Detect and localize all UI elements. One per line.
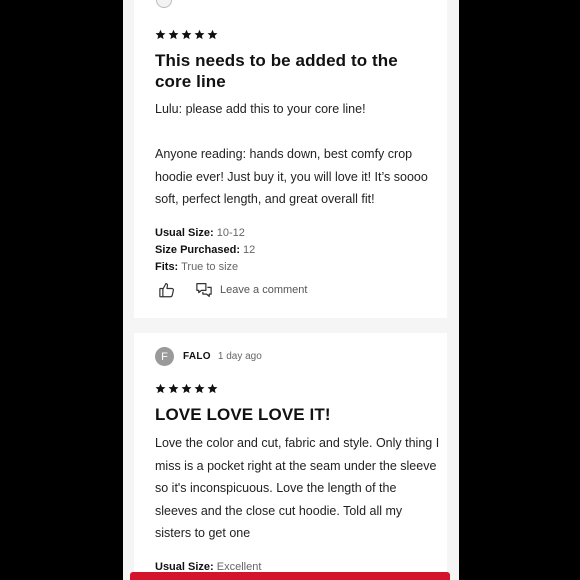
size-purchased-label: Size Purchased: [155,244,240,256]
review-body-paragraph: Anyone reading: hands down, best comfy c… [155,147,428,206]
review-card: This needs to be added to the core line … [134,0,447,318]
fits-value: True to size [181,261,239,273]
leave-comment-button[interactable]: Leave a comment [195,281,307,299]
star-rating [155,383,218,394]
star-icon [181,383,192,394]
usual-size-value: 10-12 [216,227,245,239]
review-author-row: F FALO 1 day ago [155,347,262,366]
review-body-paragraph: Lulu: please add this to your core line! [155,102,366,116]
avatar [156,0,172,8]
review-body: Love the color and cut, fabric and style… [155,436,440,540]
comment-bubbles-icon [195,281,213,299]
reviews-screen: This needs to be added to the core line … [123,0,459,580]
fit: Fits: True to size [155,259,238,276]
review-actions: Leave a comment [158,281,307,299]
review-title: This needs to be added to the core line [155,51,398,91]
star-icon [207,383,218,394]
star-icon [207,29,218,40]
leave-comment-label: Leave a comment [220,284,308,296]
review-card: F FALO 1 day ago LOVE LOVE LOVE IT! Love… [134,333,447,580]
size-purchased: Size Purchased: 12 [155,242,255,259]
review-title: LOVE LOVE LOVE IT! [155,405,331,424]
star-icon [194,383,205,394]
usual-size: Usual Size: 10-12 [155,225,245,242]
star-icon [194,29,205,40]
add-to-bag-bar[interactable] [130,572,450,580]
star-rating [155,29,218,40]
fits-label: Fits: [155,261,179,273]
review-date: 1 day ago [217,351,262,362]
usual-size-label: Usual Size: [155,227,214,239]
avatar: F [155,347,174,366]
star-icon [155,383,166,394]
star-icon [168,29,179,40]
size-purchased-value: 12 [243,244,256,256]
star-icon [168,383,179,394]
star-icon [155,29,166,40]
thumbs-up-icon[interactable] [158,281,176,299]
star-icon [181,29,192,40]
author-name[interactable]: FALO [183,351,211,362]
